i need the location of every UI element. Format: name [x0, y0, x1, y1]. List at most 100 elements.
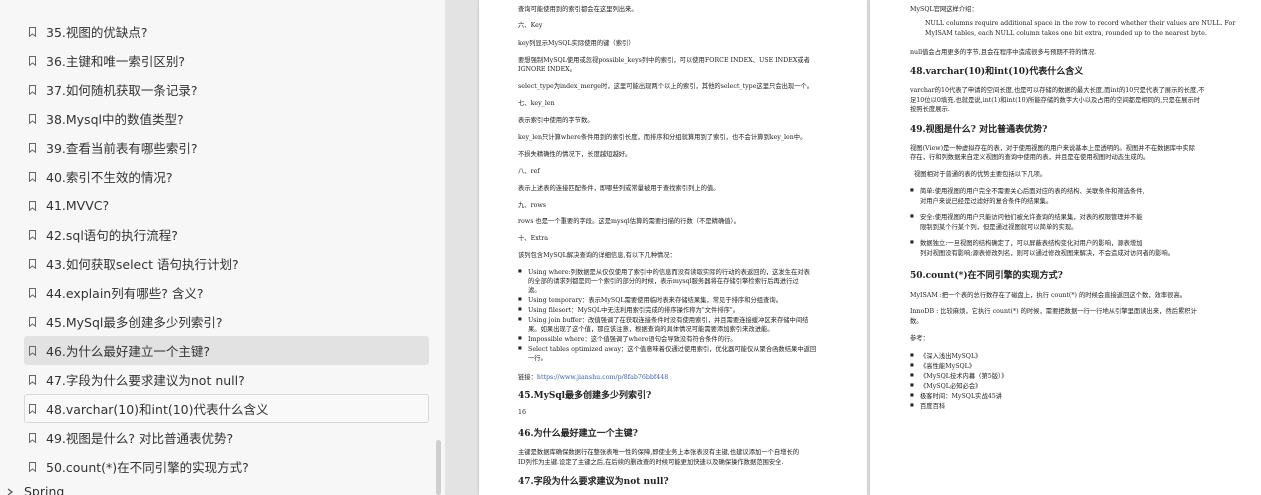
text-line: null值会占用更多的字节,且会在程序中造成很多与预期不符的情况. [910, 49, 1097, 56]
text-line: 参考： [910, 335, 929, 342]
bookmark-icon [29, 345, 36, 356]
link-label: 链接： [518, 374, 537, 381]
reference-item: 极客时间：MySQL实战45讲 [910, 391, 1002, 400]
bookmark-label: 37.如何随机获取一条记录? [46, 83, 198, 98]
text-line: 的全部的请求列都是同一个索引的部分的时候，表示mysql服务器将在存储引擎检索行… [528, 278, 799, 285]
bookmark-label: 43.如何获取select 语句执行计划? [46, 257, 239, 272]
bookmark-icon [29, 316, 36, 327]
subheading: 八、ref [518, 168, 540, 175]
bookmark-icon [29, 113, 36, 124]
reference-item: 《高性能MySQL》 [910, 361, 975, 370]
text-line: 表示索引中使用的字节数。 [518, 117, 594, 124]
bookmark-item[interactable]: 43.如何获取select 语句执行计划? [24, 249, 429, 278]
bookmark-icon [29, 84, 36, 95]
quote-line: NULL columns require additional space in… [925, 20, 1236, 27]
text-line: 查询可能使用到的索引都会在这里列出来。 [518, 6, 638, 13]
bookmark-icon [29, 461, 36, 472]
reference-item: 《MySQL必知必会》 [910, 381, 982, 390]
text-line: 主键是数据库确保数据行在整张表唯一性的保障,即使业务上本张表没有主键,也建议添加… [518, 449, 800, 456]
bookmark-item[interactable]: 48.varchar(10)和int(10)代表什么含义 [24, 394, 429, 423]
bookmark-item[interactable]: 37.如何随机获取一条记录? [24, 75, 429, 104]
bullet-item: Using where:列数据是从仅仅使用了索引中的信息而没有读取实际的行动的表… [518, 267, 810, 276]
bookmark-label: 39.查看当前表有哪些索引? [46, 141, 198, 156]
text-line: key_len只计算where条件用到的索引长度，而排序和分组就算用到了索引，也… [518, 134, 807, 141]
bookmark-icon [29, 26, 36, 37]
bookmark-section-spring[interactable]: Spring [6, 484, 64, 495]
bookmark-item[interactable]: 38.Mysql中的数值类型? [24, 104, 429, 133]
bullet-item: Using filesort：MySQL中无法利用索引完成的排序操作称为"文件排… [518, 305, 739, 314]
bookmark-label: 45.MySql最多创建多少列索引? [46, 315, 223, 330]
subheading: 七、key_len [518, 100, 555, 107]
text-line: 表示上述表的连接匹配条件，即哪些列或常量被用于查找索引列上的值。 [518, 185, 720, 192]
link-line: 链接：https://www.jianshu.com/p/8fab76bbf44… [518, 372, 668, 381]
section-heading: 48.varchar(10)和int(10)代表什么含义 [910, 67, 1084, 77]
text-line: 要想强制MySQL使用或忽视possible_keys列中的索引，可以使用FOR… [518, 57, 810, 64]
bookmark-item[interactable]: 47.字段为什么要求建议为not null? [24, 365, 429, 394]
bookmark-item[interactable]: 39.查看当前表有哪些索引? [24, 133, 429, 162]
bookmark-item[interactable]: 36.主键和唯一索引区别? [24, 46, 429, 75]
bookmark-icon [29, 374, 36, 385]
text-line: 按照长度展示. [910, 106, 950, 113]
bookmark-item[interactable]: 42.sql语句的执行流程? [24, 220, 429, 249]
bookmark-item[interactable]: 46.为什么最好建立一个主键? [24, 336, 429, 365]
document-viewer[interactable]: 查询可能使用到的索引都会在这里列出来。 六、Key key列显示MySQL实际使… [445, 0, 1261, 495]
text-line: 数。 [910, 318, 923, 325]
bookmark-icon [29, 258, 36, 269]
bookmark-list: 35.视图的优缺点? 36.主键和唯一索引区别? 37.如何随机获取一条记录? 38.… [24, 17, 429, 481]
chevron-right-icon [7, 487, 14, 495]
bookmark-label: 44.explain列有哪些? 含义? [46, 286, 204, 301]
bookmark-icon [29, 171, 36, 182]
subheading: 十、Extra [518, 235, 549, 242]
text-line: 限制到某个行某个列，但是通过视图就可以简单的实现。 [920, 224, 1078, 231]
section-heading: 50.count(*)在不同引擎的实现方式? [910, 271, 1063, 281]
text-line: IGNORE INDEX。 [518, 66, 576, 73]
bookmark-label: 46.为什么最好建立一个主键? [46, 344, 211, 359]
text-line: 存在，行和列数据来自定义视图的查询中使用的表，并且是在使用视图时动态生成的。 [910, 154, 1150, 161]
bookmark-label: 48.varchar(10)和int(10)代表什么含义 [46, 402, 269, 417]
bookmarks-sidebar: 35.视图的优缺点? 36.主键和唯一索引区别? 37.如何随机获取一条记录? 38.… [0, 0, 445, 495]
subheading: 六、Key [518, 22, 543, 29]
bookmark-icon [29, 403, 36, 414]
sidebar-scrollbar[interactable] [433, 0, 445, 495]
quote-line: MyISAM tables, each NULL column takes on… [925, 30, 1207, 37]
bookmark-label: 35.视图的优缺点? [46, 25, 148, 40]
bookmark-label: 47.字段为什么要求建议为not null? [46, 373, 245, 388]
bookmark-item[interactable]: 41.MVVC? [24, 191, 429, 220]
text-line: 该列包含MySQL解决查询的详细信息,有以下几种情况： [518, 252, 676, 259]
bookmark-item[interactable]: 49.视图是什么? 对比普通表优势? [24, 423, 429, 452]
reference-item: 《深入浅出MySQL》 [910, 351, 982, 360]
text-line: select_type为index_merge时，这里可能出现两个以上的索引，其… [518, 83, 814, 90]
bullet-item: Using join buffer：改值强调了在获取连接条件时没有使用索引，并且… [518, 315, 808, 324]
bookmark-label: 36.主键和唯一索引区别? [46, 54, 186, 69]
bookmark-item[interactable]: 44.explain列有哪些? 含义? [24, 278, 429, 307]
pdf-page-left: 查询可能使用到的索引都会在这里列出来。 六、Key key列显示MySQL实际使… [479, 0, 867, 495]
bookmark-label: 42.sql语句的执行流程? [46, 228, 178, 243]
text-line: MySQL官网这样介绍： [910, 6, 978, 13]
bookmark-item[interactable]: 40.索引不生效的情况? [24, 162, 429, 191]
text-line: MyISAM :把一个表的总行数存在了磁盘上，执行 count(*) 的时候会直… [910, 292, 1187, 299]
reference-item: 《MySQL技术内幕（第5版）》 [910, 371, 1007, 380]
bullet-item: Select tables optimized away：这个值意味着仅通过使用… [518, 344, 816, 353]
sidebar-scrollbar-thumb[interactable] [436, 440, 441, 495]
text-line: varchar的10代表了申请的空间长度,也是可以存储的数据的最大长度,而int… [910, 87, 1205, 94]
pdf-page-right: MySQL官网这样介绍： NULL columns require additi… [870, 0, 1261, 495]
bullet-item: Impossible where：这个值强调了where语句会导致没有符合条件的… [518, 334, 737, 343]
reference-link[interactable]: https://www.jianshu.com/p/8fab76bbf448 [537, 374, 668, 381]
section-heading: 49.视图是什么? 对比普通表优势? [910, 125, 1048, 135]
bookmark-item[interactable]: 35.视图的优缺点? [24, 17, 429, 46]
bookmark-icon [29, 432, 36, 443]
text-line: 果。如果出现了这个值，那应该注意，根据查询的具体情况可能需要添加索引来改进能。 [528, 326, 774, 333]
bookmark-item[interactable]: 50.count(*)在不同引擎的实现方式? [24, 452, 429, 481]
text-line: ID列作为主键.设定了主键之后,在后续的删改查的时候可能更加快速以及确保操作数据… [518, 459, 784, 466]
section-heading: 47.字段为什么要求建议为not null? [518, 477, 669, 487]
bookmark-icon [29, 200, 36, 211]
bookmark-label: 38.Mysql中的数值类型? [46, 112, 184, 127]
bullet-item: 简单:使用视图的用户完全不需要关心后面对应的表的结构、关联条件和筛选条件, [910, 186, 1144, 195]
reference-item: 百度百科 [910, 401, 945, 410]
bookmark-item[interactable]: 45.MySql最多创建多少列索引? [24, 307, 429, 336]
bookmark-icon [29, 287, 36, 298]
bullet-item: Using temporary：表示MySQL需要使用临时表来存储结果集，常见于… [518, 295, 782, 304]
text-line: 列对视图没有影响;源表修改列名，则可以通过修改视图来解决，不会造成对访问者的影响… [920, 250, 1174, 257]
text-line: 视图相对于普通的表的优势主要包括以下几项。 [914, 171, 1047, 178]
text-line: 不损失精确性的情况下，长度越短越好。 [518, 151, 632, 158]
